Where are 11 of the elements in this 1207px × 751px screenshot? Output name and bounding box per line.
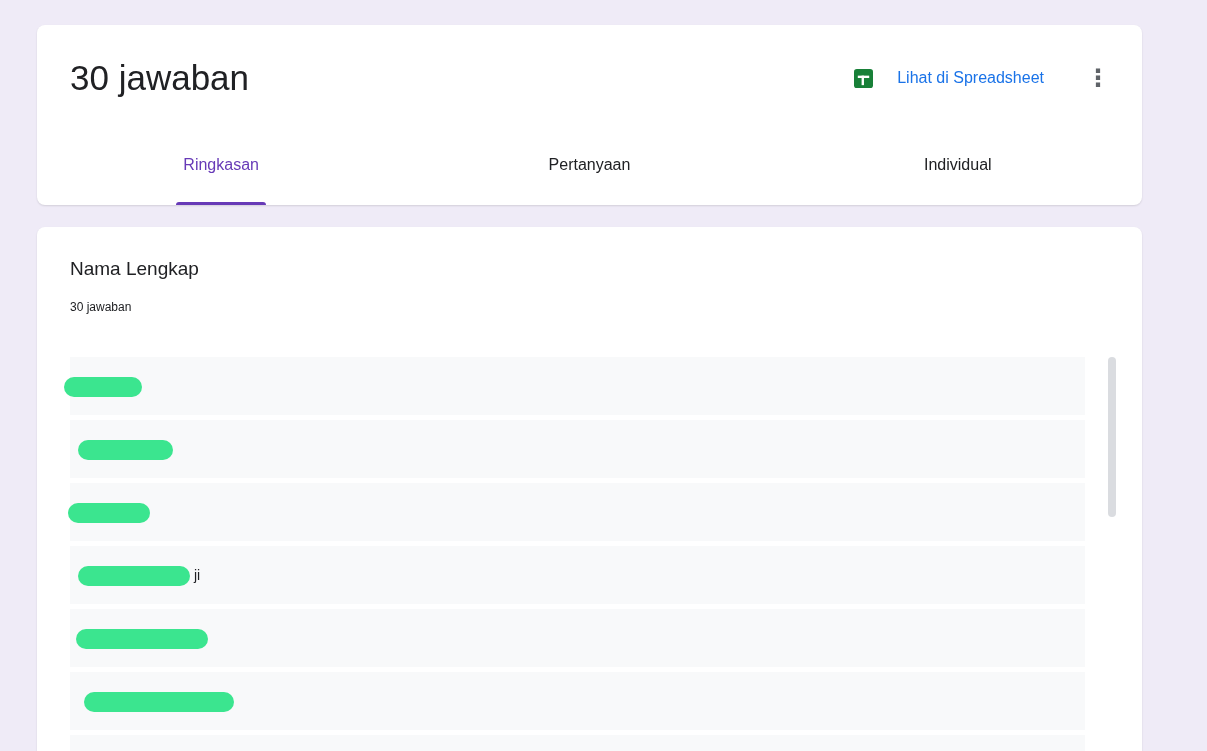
response-count: 30 jawaban	[70, 300, 133, 314]
spreadsheet-icon	[854, 68, 874, 88]
response-text: ji	[194, 567, 201, 583]
tab[interactable]: Pertanyaan	[405, 131, 774, 205]
tab[interactable]: Ringkasan	[37, 131, 406, 205]
more-button[interactable]: ⋮	[1082, 64, 1114, 92]
spreadsheet-link[interactable]: Lihat di Spreadsheet	[854, 68, 1044, 88]
question-title: Nama Lengkap	[70, 258, 200, 280]
scrollbar[interactable]	[1108, 357, 1116, 517]
responses-title: 30 jawaban	[70, 58, 251, 98]
tab[interactable]: Individual	[773, 131, 1142, 205]
